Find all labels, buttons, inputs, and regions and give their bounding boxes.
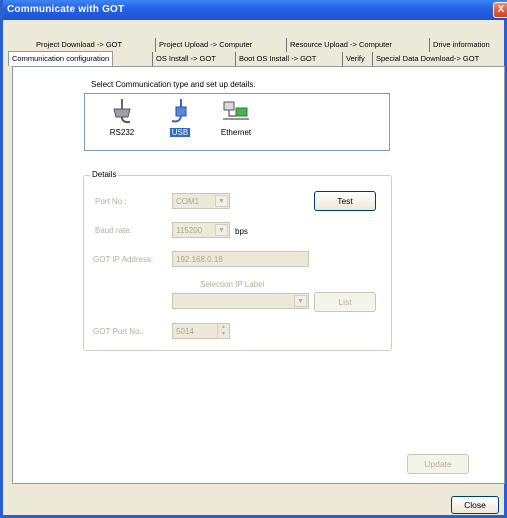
chevron-down-icon[interactable]: ▼ (294, 295, 307, 307)
tab-communication-configuration[interactable]: Communication configuration (8, 51, 114, 66)
details-legend: Details (90, 170, 119, 179)
update-button[interactable]: Update (407, 454, 469, 474)
port-no-label: Port No.: (95, 197, 127, 206)
tab-project-download[interactable]: Project Download -> GOT (33, 38, 125, 52)
baud-rate-label: Baud rate: (95, 226, 132, 235)
update-button-label: Update (424, 459, 452, 469)
got-ip-address-label: GOT IP Address: (93, 255, 154, 264)
selection-ip-label-select[interactable]: ▼ (172, 293, 309, 309)
comm-label-usb: USB (169, 128, 191, 137)
close-icon[interactable]: X (493, 2, 507, 18)
test-button-label: Test (337, 196, 353, 206)
got-port-no-label: GOT Port No.: (93, 327, 144, 336)
tab-os-install[interactable]: OS Install -> GOT (152, 52, 219, 66)
comm-item-rs232[interactable]: RS232 (101, 98, 143, 148)
dialog-window: Communicate with GOT X Project Download … (0, 0, 507, 518)
got-ip-address-value: 192.168.0.18 (176, 255, 223, 264)
got-port-no-value: 5014 (176, 327, 194, 336)
list-button[interactable]: List (314, 292, 376, 312)
title-bar[interactable]: Communicate with GOT X (3, 0, 507, 20)
spin-buttons[interactable]: ▲ ▼ (217, 324, 229, 338)
window-title: Communicate with GOT (7, 4, 125, 15)
list-button-label: List (338, 297, 352, 307)
tab-verify[interactable]: Verify (342, 52, 368, 66)
port-no-select[interactable]: COM1 ▼ (172, 193, 230, 209)
comm-label-ethernet: Ethernet (220, 128, 252, 137)
ethernet-network-icon (223, 101, 249, 120)
tab-drive-information[interactable]: Drive information (429, 38, 493, 52)
tab-resource-upload[interactable]: Resource Upload -> Computer (286, 38, 395, 52)
close-button[interactable]: Close (451, 496, 499, 514)
selection-ip-label-caption: Selection IP Label (200, 280, 265, 289)
spin-down-icon[interactable]: ▼ (218, 331, 229, 338)
spin-up-icon[interactable]: ▲ (218, 324, 229, 331)
got-port-no-stepper[interactable]: 5014 ▲ ▼ (172, 323, 230, 339)
comm-type-list: RS232 USB Ethernet (84, 93, 390, 151)
tab-boot-os-install[interactable]: Boot OS Install -> GOT (235, 52, 319, 66)
comm-item-ethernet[interactable]: Ethernet (215, 98, 257, 148)
comm-type-prompt: Select Communication type and set up det… (91, 80, 256, 89)
tab-project-upload[interactable]: Project Upload -> Computer (155, 38, 255, 52)
chevron-down-icon[interactable]: ▼ (215, 224, 228, 236)
chevron-down-icon[interactable]: ▼ (215, 195, 228, 207)
tab-special-data-download[interactable]: Special Data Download-> GOT (372, 52, 482, 66)
close-button-label: Close (464, 500, 486, 510)
serial-cable-icon (113, 99, 131, 124)
test-button[interactable]: Test (314, 191, 376, 211)
baud-rate-select[interactable]: 115200 ▼ (172, 222, 230, 238)
got-ip-address-field[interactable]: 192.168.0.18 (172, 251, 309, 267)
baud-rate-value: 115200 (176, 226, 203, 235)
comm-label-rs232: RS232 (109, 128, 135, 137)
baud-unit: bps (235, 227, 248, 236)
port-no-value: COM1 (176, 197, 200, 206)
comm-item-usb[interactable]: USB (159, 98, 201, 148)
usb-cable-icon (171, 99, 187, 123)
